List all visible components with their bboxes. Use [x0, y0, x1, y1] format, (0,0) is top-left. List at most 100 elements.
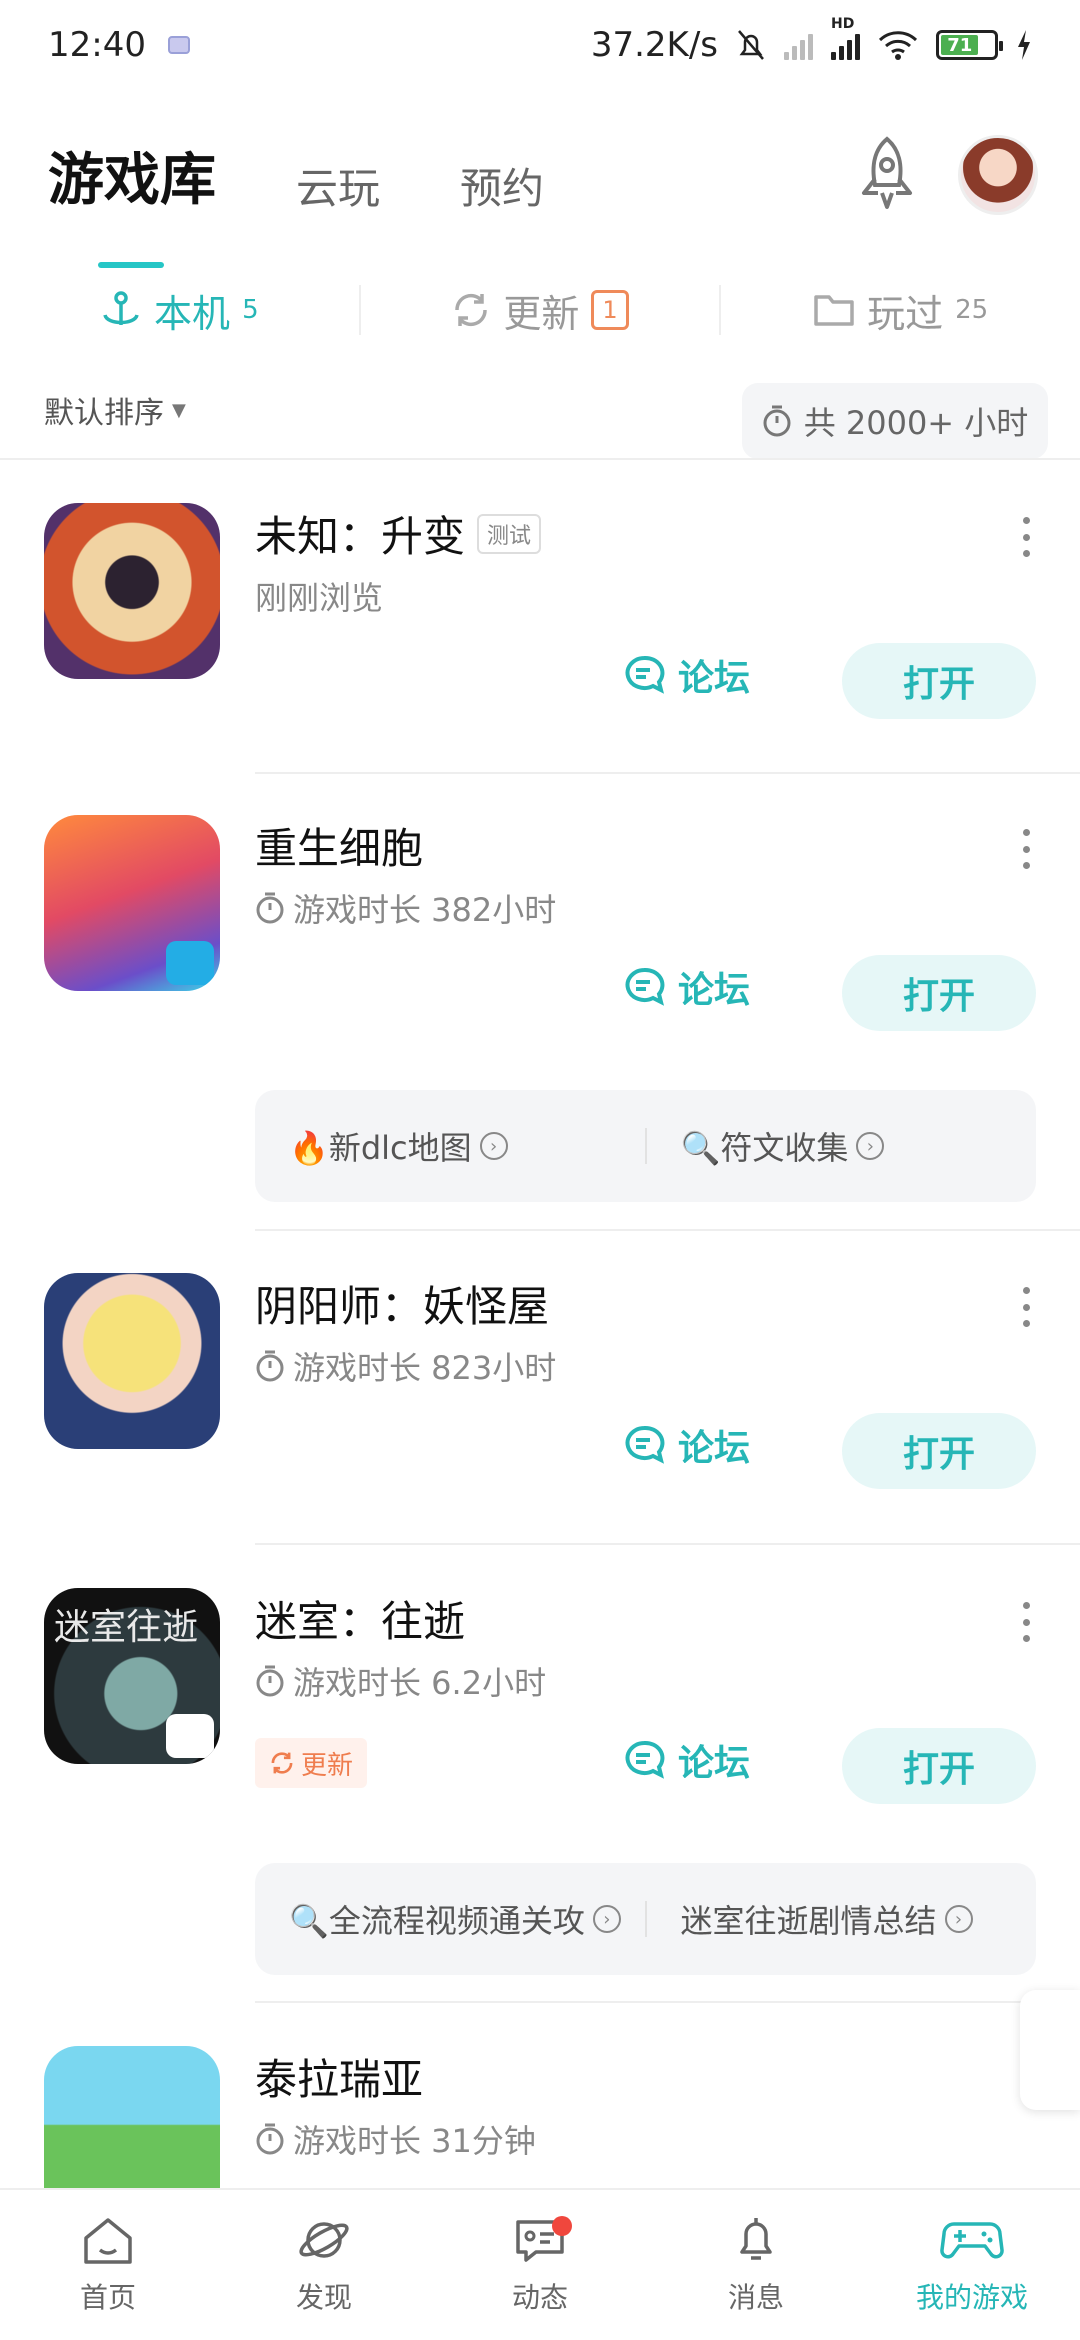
chevron-right-icon: › [856, 1132, 885, 1160]
battery-level: 71 [941, 35, 979, 56]
game-topics: 🔍全流程视频通关攻 › 迷室往逝剧情总结 › [255, 1863, 1036, 1975]
filter-updates[interactable]: 更新 1 [361, 283, 720, 338]
filter-played-count: 25 [955, 295, 989, 325]
update-tag[interactable]: 更新 [255, 1738, 368, 1788]
more-options-icon[interactable] [1016, 517, 1036, 557]
filter-local-count: 5 [242, 295, 259, 325]
game-playtime: 游戏时长 31分钟 [255, 2116, 536, 2162]
home-icon [84, 2218, 132, 2264]
forum-button[interactable]: 论坛 [622, 955, 750, 1019]
game-playtime-text: 游戏时长 31分钟 [293, 2122, 536, 2160]
filter-local[interactable]: 本机 5 [0, 283, 359, 338]
game-title: 重生细胞 [255, 824, 424, 873]
filter-updates-label: 更新 [503, 291, 580, 336]
topic-link[interactable]: 迷室往逝剧情总结 › [647, 1896, 1037, 1942]
open-button[interactable]: 打开 [842, 955, 1036, 1031]
topic-label: 🔍全流程视频通关攻 [289, 1902, 585, 1940]
open-button[interactable]: 打开 [842, 643, 1036, 719]
nav-messages[interactable]: 消息 [648, 2190, 864, 2340]
forum-label: 论坛 [678, 1743, 751, 1784]
tab-game-library[interactable]: 游戏库 [48, 135, 216, 268]
game-icon[interactable] [44, 1273, 220, 1449]
filter-local-label: 本机 [154, 291, 231, 336]
game-icon-text: 迷室往逝 [54, 1607, 199, 1648]
timer-icon [256, 1665, 284, 1697]
app-notification-icon [167, 36, 190, 54]
rocket-icon[interactable] [852, 135, 922, 215]
divider [255, 1229, 1080, 1231]
game-title: 未知：升变 测试 [255, 503, 542, 564]
refresh-icon [455, 293, 488, 327]
forum-label: 论坛 [678, 970, 751, 1011]
game-title: 阴阳师：妖怪屋 [255, 1282, 550, 1331]
tab-game-library-label: 游戏库 [48, 148, 216, 213]
forum-button[interactable]: 论坛 [622, 643, 750, 707]
forum-button[interactable]: 论坛 [622, 1728, 750, 1792]
wifi-icon [878, 31, 918, 60]
user-avatar[interactable] [958, 135, 1038, 215]
sort-dropdown[interactable]: 默认排序 ▼ [44, 388, 186, 432]
more-options-icon[interactable] [1016, 1602, 1036, 1642]
divider [255, 772, 1080, 774]
nav-discover[interactable]: 发现 [216, 2190, 432, 2340]
divider [255, 1543, 1080, 1545]
chat-bubble-icon [625, 967, 665, 1006]
filter-tabs: 本机 5 更新 1 玩过 25 [0, 270, 1080, 350]
signal-2-icon: HD [831, 16, 860, 60]
game-playtime: 游戏时长 382小时 [255, 885, 556, 931]
game-icon[interactable]: 迷室往逝 [44, 1588, 220, 1764]
signal-1-icon [784, 30, 813, 60]
more-options-icon[interactable] [1016, 829, 1036, 869]
topic-label: 迷室往逝剧情总结 [680, 1902, 937, 1940]
topic-label: 🔥新dlc地图 [289, 1129, 472, 1167]
nav-messages-label: 消息 [727, 2281, 784, 2314]
sort-label: 默认排序 [44, 396, 164, 431]
game-playtime-text: 游戏时长 6.2小时 [293, 1664, 547, 1702]
total-playtime-text: 共 2000+ 小时 [803, 404, 1029, 442]
topic-link[interactable]: 🔥新dlc地图 › [255, 1123, 645, 1169]
nav-home[interactable]: 首页 [0, 2190, 216, 2340]
net-speed: 37.2K/s [590, 25, 718, 65]
game-title: 泰拉瑞亚 [255, 2055, 424, 2104]
folder-icon [814, 295, 854, 326]
topic-label: 🔍符文收集 [680, 1129, 849, 1167]
bottom-nav: 首页 发现 动态 消息 我的游戏 [0, 2188, 1080, 2340]
floating-download-button[interactable] [1020, 1990, 1080, 2110]
total-playtime: 共 2000+ 小时 [742, 383, 1048, 459]
game-icon[interactable] [44, 503, 220, 679]
nav-my-games-label: 我的游戏 [915, 2281, 1028, 2314]
nav-my-games[interactable]: 我的游戏 [864, 2190, 1080, 2340]
timer-icon [256, 1350, 284, 1382]
caret-down-icon: ▼ [172, 399, 186, 421]
filter-played-label: 玩过 [867, 291, 944, 336]
game-topics: 🔥新dlc地图 › 🔍符文收集 › [255, 1090, 1036, 1202]
chevron-right-icon: › [479, 1132, 508, 1160]
refresh-icon [271, 1752, 293, 1774]
nav-home-label: 首页 [79, 2281, 136, 2314]
forum-button[interactable]: 论坛 [622, 1413, 750, 1477]
more-options-icon[interactable] [1016, 1287, 1036, 1327]
nav-feed[interactable]: 动态 [432, 2190, 648, 2340]
anchor-icon [103, 291, 139, 325]
game-playtime: 游戏时长 6.2小时 [255, 1658, 546, 1704]
tab-cloud-play[interactable]: 云玩 [296, 155, 380, 216]
filter-updates-count: 1 [591, 290, 629, 330]
game-playtime: 游戏时长 823小时 [255, 1343, 556, 1389]
netease-icon [166, 1714, 214, 1758]
chat-bubble-icon [625, 1425, 665, 1464]
chat-bubble-icon [625, 655, 665, 694]
update-tag-label: 更新 [301, 1750, 354, 1781]
open-button[interactable]: 打开 [842, 1728, 1036, 1804]
topic-link[interactable]: 🔍全流程视频通关攻 › [255, 1896, 645, 1942]
forum-label: 论坛 [678, 658, 751, 699]
game-title: 迷室：往逝 [255, 1597, 466, 1646]
game-icon[interactable] [44, 815, 220, 991]
game-title-text: 未知：升变 [255, 512, 466, 561]
game-icon[interactable] [44, 2046, 220, 2188]
tab-reservations[interactable]: 预约 [460, 155, 544, 216]
status-time: 12:40 [48, 25, 146, 65]
filter-played[interactable]: 玩过 25 [721, 283, 1080, 338]
open-button[interactable]: 打开 [842, 1413, 1036, 1489]
topic-link[interactable]: 🔍符文收集 › [647, 1123, 1037, 1169]
active-tab-indicator [98, 262, 164, 268]
